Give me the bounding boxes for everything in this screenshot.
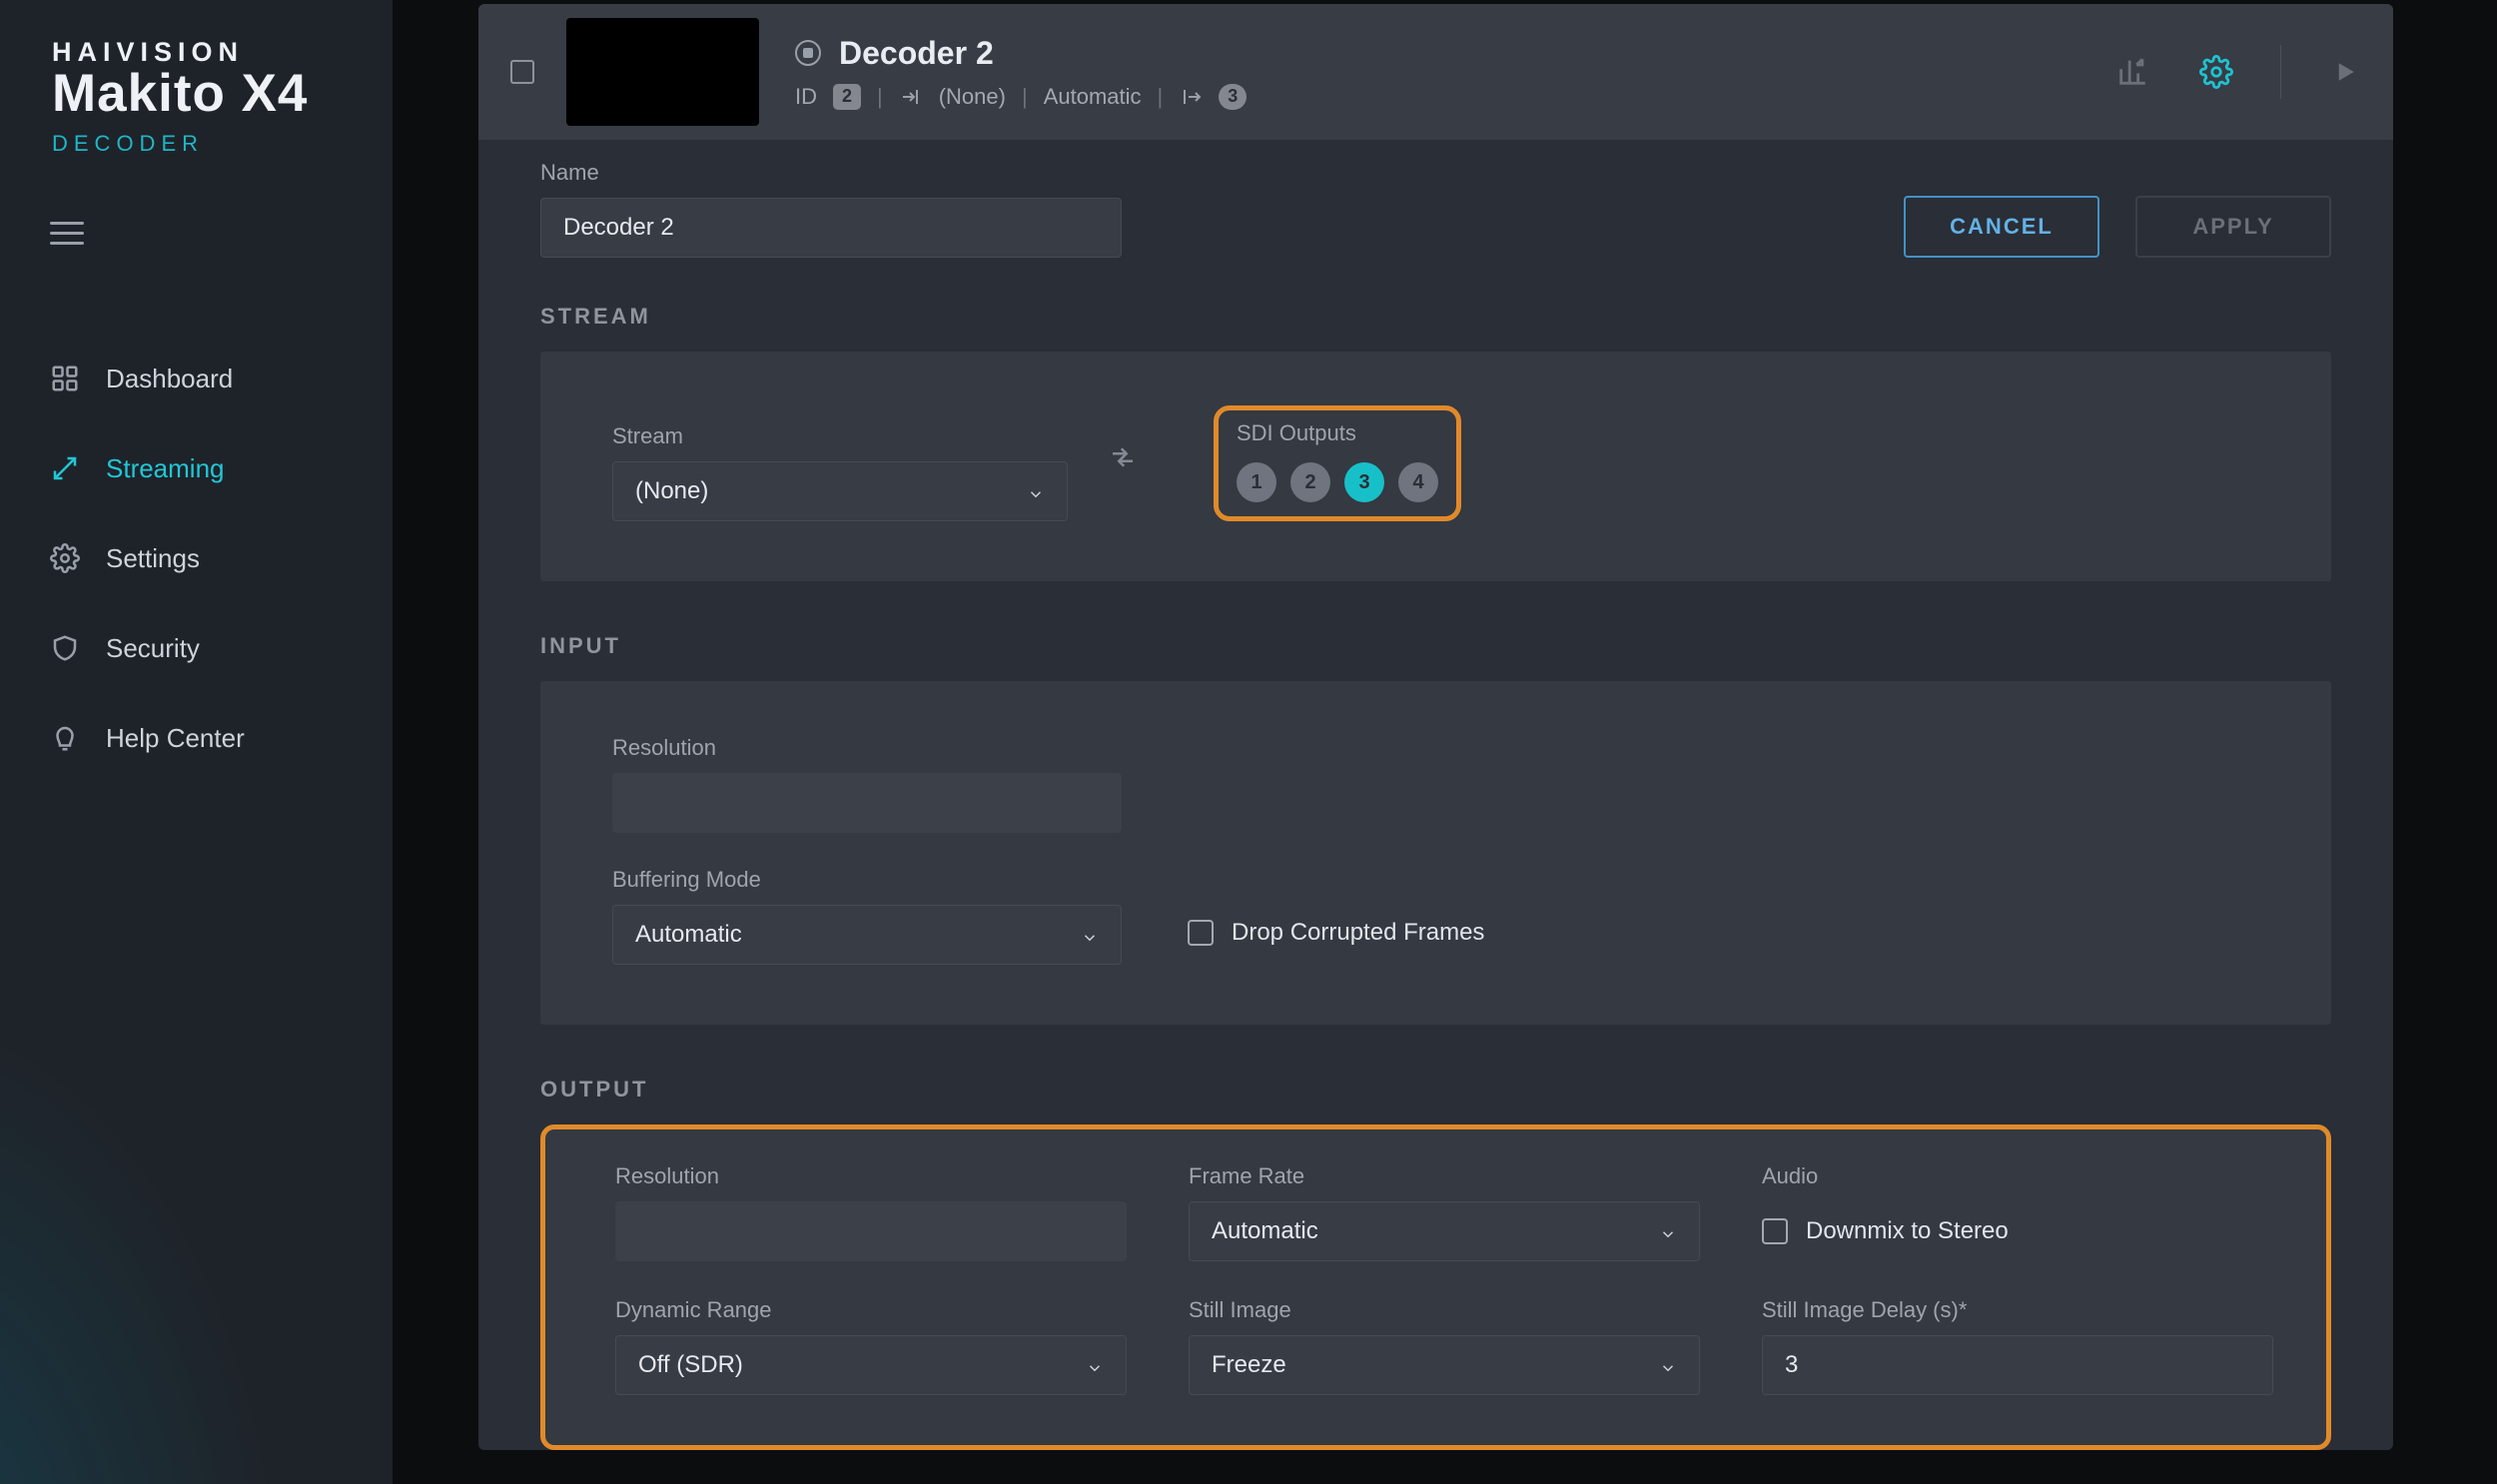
input-card: Resolution Buffering Mode Automatic [540, 681, 2331, 1025]
stream-select[interactable]: (None) [612, 461, 1068, 521]
checkbox-icon [1762, 1218, 1788, 1244]
brand-line3: DECODER [52, 132, 308, 155]
menu-toggle-button[interactable] [50, 222, 84, 248]
stream-out-icon [1179, 85, 1203, 109]
sidebar: HAIVISION Makito X4 DECODER Dashboard St… [0, 0, 393, 1484]
nav-dashboard[interactable]: Dashboard [0, 334, 393, 423]
nav-settings-label: Settings [106, 543, 200, 574]
output-resolution-label: Resolution [615, 1163, 1127, 1189]
main-nav: Dashboard Streaming Settings Security [0, 334, 393, 783]
panel-header: Decoder 2 ID 2 | (None) | Automatic | [478, 4, 2393, 140]
meta-mode: Automatic [1044, 84, 1142, 110]
panel-meta: ID 2 | (None) | Automatic | 3 [795, 84, 2112, 110]
dashboard-icon [50, 364, 80, 393]
name-input[interactable]: Decoder 2 [540, 198, 1122, 258]
nav-settings[interactable]: Settings [0, 513, 393, 603]
brand-logo: HAIVISION Makito X4 DECODER [52, 38, 308, 155]
out-count-chip: 3 [1219, 84, 1247, 110]
panel-title: Decoder 2 [839, 35, 994, 72]
shield-icon [50, 633, 80, 663]
input-resolution-field [612, 773, 1122, 833]
input-section-title: INPUT [540, 633, 2331, 659]
nav-streaming-label: Streaming [106, 453, 225, 484]
dynamic-range-select[interactable]: Off (SDR) [615, 1335, 1127, 1395]
sdi-output-4[interactable]: 4 [1398, 462, 1438, 502]
nav-security[interactable]: Security [0, 603, 393, 693]
still-delay-input[interactable]: 3 [1762, 1335, 2273, 1395]
meta-stream-name: (None) [939, 84, 1006, 110]
framerate-value: Automatic [1212, 1217, 1318, 1245]
nav-streaming[interactable]: Streaming [0, 423, 393, 513]
name-label: Name [540, 160, 1122, 186]
buffering-mode-select[interactable]: Automatic [612, 905, 1122, 965]
still-image-label: Still Image [1189, 1297, 1700, 1323]
downmix-label: Downmix to Stereo [1806, 1217, 2009, 1245]
downmix-checkbox[interactable]: Downmix to Stereo [1762, 1201, 2273, 1261]
brand-line2: Makito X4 [52, 66, 308, 122]
video-thumbnail [566, 18, 759, 126]
chevron-down-icon [1027, 482, 1045, 500]
output-resolution-field [615, 1201, 1127, 1261]
chevron-down-icon [1086, 1356, 1104, 1374]
still-delay-label: Still Image Delay (s)* [1762, 1297, 2273, 1323]
sdi-output-1[interactable]: 1 [1237, 462, 1276, 502]
buffering-mode-label: Buffering Mode [612, 867, 1122, 893]
input-resolution-label: Resolution [612, 735, 2259, 761]
framerate-label: Frame Rate [1189, 1163, 1700, 1189]
sdi-output-3[interactable]: 3 [1344, 462, 1384, 502]
stats-button[interactable] [2112, 52, 2152, 92]
stream-card: Stream (None) SDI Outputs [540, 352, 2331, 581]
id-label: ID [795, 84, 817, 110]
nav-help-label: Help Center [106, 723, 245, 754]
help-icon [50, 723, 80, 753]
streaming-icon [50, 453, 80, 483]
output-card: Resolution Frame Rate Automatic Audio [540, 1124, 2331, 1450]
chevron-down-icon [1081, 926, 1099, 944]
brand-line1: HAIVISION [52, 38, 308, 66]
output-section-title: OUTPUT [540, 1077, 2331, 1103]
audio-label: Audio [1762, 1163, 2273, 1189]
chevron-down-icon [1659, 1356, 1677, 1374]
row-select-checkbox[interactable] [510, 60, 534, 84]
dynamic-range-value: Off (SDR) [638, 1351, 743, 1379]
gear-icon [50, 543, 80, 573]
drop-corrupted-label: Drop Corrupted Frames [1232, 919, 1484, 947]
settings-button[interactable] [2196, 52, 2236, 92]
decoder-panel: Decoder 2 ID 2 | (None) | Automatic | [478, 4, 2393, 1450]
stream-in-icon [899, 85, 923, 109]
chevron-down-icon [1659, 1222, 1677, 1240]
play-button[interactable] [2325, 52, 2365, 92]
stream-field-label: Stream [612, 423, 1068, 449]
nav-help[interactable]: Help Center [0, 693, 393, 783]
framerate-select[interactable]: Automatic [1189, 1201, 1700, 1261]
stopped-status-icon [795, 40, 821, 66]
sdi-output-2[interactable]: 2 [1290, 462, 1330, 502]
main-area: Decoder 2 ID 2 | (None) | Automatic | [393, 0, 2497, 1484]
buffering-mode-value: Automatic [635, 921, 742, 949]
dynamic-range-label: Dynamic Range [615, 1297, 1127, 1323]
sdi-outputs-group: SDI Outputs 1 2 3 4 [1214, 405, 1461, 521]
checkbox-icon [1188, 920, 1214, 946]
cancel-button[interactable]: CANCEL [1904, 196, 2099, 258]
stream-link-icon[interactable] [1108, 442, 1138, 472]
nav-security-label: Security [106, 633, 200, 664]
stream-section-title: STREAM [540, 304, 2331, 330]
id-chip: 2 [833, 84, 861, 110]
still-image-value: Freeze [1212, 1351, 1286, 1379]
sdi-label: SDI Outputs [1237, 420, 1438, 446]
apply-button[interactable]: APPLY [2135, 196, 2331, 258]
stream-select-value: (None) [635, 477, 708, 505]
nav-dashboard-label: Dashboard [106, 364, 233, 394]
divider [2280, 45, 2281, 99]
still-image-select[interactable]: Freeze [1189, 1335, 1700, 1395]
drop-corrupted-checkbox[interactable]: Drop Corrupted Frames [1188, 919, 1484, 947]
